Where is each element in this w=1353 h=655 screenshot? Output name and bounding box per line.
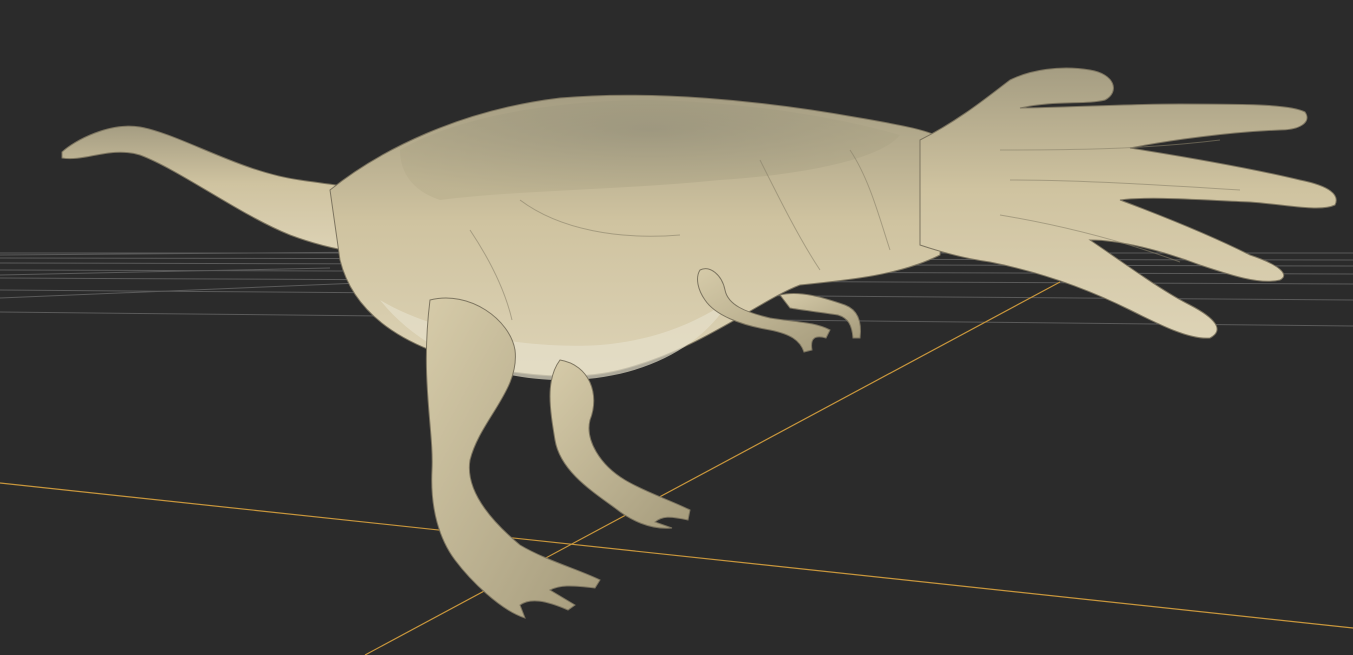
viewport-canvas[interactable]	[0, 0, 1353, 655]
sculpt-model[interactable]	[61, 67, 1337, 619]
3d-viewport[interactable]	[0, 0, 1353, 655]
model-leg-right	[549, 359, 691, 529]
